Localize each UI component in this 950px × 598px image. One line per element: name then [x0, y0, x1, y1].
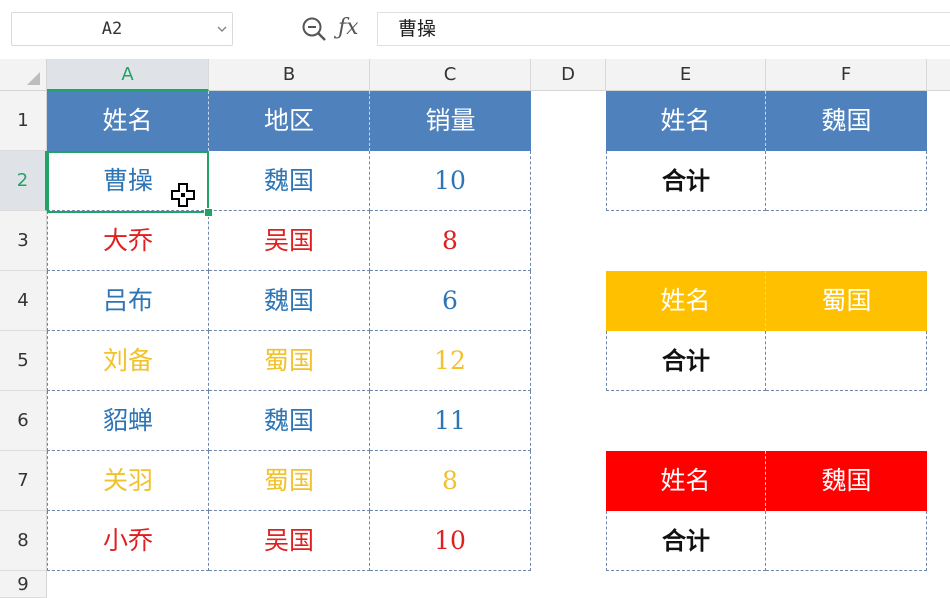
column-header-overflow: [927, 59, 950, 91]
table-cell-sales[interactable]: 8: [370, 451, 531, 511]
summary-header-label[interactable]: 姓名: [606, 451, 766, 511]
summary-total-value[interactable]: [766, 151, 927, 211]
column-header-f[interactable]: F: [766, 59, 927, 91]
chevron-down-icon[interactable]: [216, 23, 228, 35]
table-cell-region[interactable]: 魏国: [209, 151, 370, 211]
column-header-a[interactable]: A: [47, 59, 209, 91]
table-cell-region[interactable]: 吴国: [209, 511, 370, 571]
row-header-6[interactable]: 6: [0, 391, 47, 451]
summary-header-value[interactable]: 蜀国: [766, 271, 927, 331]
table-cell-sales[interactable]: 11: [370, 391, 531, 451]
row-header-3[interactable]: 3: [0, 211, 47, 271]
summary-total-label[interactable]: 合计: [606, 331, 766, 391]
summary-total-value[interactable]: [766, 511, 927, 571]
summary-header-label[interactable]: 姓名: [606, 91, 766, 151]
table-cell-name[interactable]: 关羽: [47, 451, 209, 511]
fill-handle[interactable]: [204, 208, 213, 217]
row-header-5[interactable]: 5: [0, 331, 47, 391]
zoom-magnifier-icon[interactable]: [301, 16, 327, 42]
fx-icon[interactable]: ƒx: [338, 12, 370, 44]
summary-total-label[interactable]: 合计: [606, 151, 766, 211]
row-header-9[interactable]: 9: [0, 571, 47, 598]
column-header-b[interactable]: B: [209, 59, 370, 91]
table-cell-region[interactable]: 蜀国: [209, 451, 370, 511]
row-header-1[interactable]: 1: [0, 91, 47, 151]
table-cell-name[interactable]: 吕布: [47, 271, 209, 331]
table-cell-sales[interactable]: 12: [370, 331, 531, 391]
column-header-d[interactable]: D: [531, 59, 606, 91]
cell-cursor-icon: [171, 183, 195, 207]
summary-header-label[interactable]: 姓名: [606, 271, 766, 331]
table-cell-sales[interactable]: 10: [370, 151, 531, 211]
table-cell-region[interactable]: 蜀国: [209, 331, 370, 391]
table-cell-sales[interactable]: 6: [370, 271, 531, 331]
main-header-region[interactable]: 地区: [209, 91, 370, 151]
formula-input-value[interactable]: 曹操: [398, 13, 436, 45]
summary-total-value[interactable]: [766, 331, 927, 391]
row-header-7[interactable]: 7: [0, 451, 47, 511]
select-all-triangle-icon: [27, 72, 40, 85]
formula-bar: A2 ƒx 曹操: [0, 0, 950, 58]
row-header-2[interactable]: 2: [0, 151, 47, 211]
table-cell-region[interactable]: 魏国: [209, 391, 370, 451]
table-cell-sales[interactable]: 8: [370, 211, 531, 271]
name-box-value[interactable]: A2: [12, 13, 212, 45]
table-cell-name[interactable]: 大乔: [47, 211, 209, 271]
main-header-name[interactable]: 姓名: [47, 91, 209, 151]
table-cell-region[interactable]: 魏国: [209, 271, 370, 331]
column-header-e[interactable]: E: [606, 59, 766, 91]
summary-header-value[interactable]: 魏国: [766, 451, 927, 511]
main-header-sales[interactable]: 销量: [370, 91, 531, 151]
table-cell-name[interactable]: 貂蝉: [47, 391, 209, 451]
select-all-corner[interactable]: [0, 59, 47, 91]
row-header-4[interactable]: 4: [0, 271, 47, 331]
row-header-8[interactable]: 8: [0, 511, 47, 571]
formula-input[interactable]: 曹操: [378, 12, 950, 46]
table-cell-sales[interactable]: 10: [370, 511, 531, 571]
table-cell-region[interactable]: 吴国: [209, 211, 370, 271]
table-cell-name[interactable]: 小乔: [47, 511, 209, 571]
summary-header-value[interactable]: 魏国: [766, 91, 927, 151]
table-cell-name[interactable]: 刘备: [47, 331, 209, 391]
name-box[interactable]: A2: [11, 12, 233, 46]
summary-total-label[interactable]: 合计: [606, 511, 766, 571]
column-header-c[interactable]: C: [370, 59, 531, 91]
